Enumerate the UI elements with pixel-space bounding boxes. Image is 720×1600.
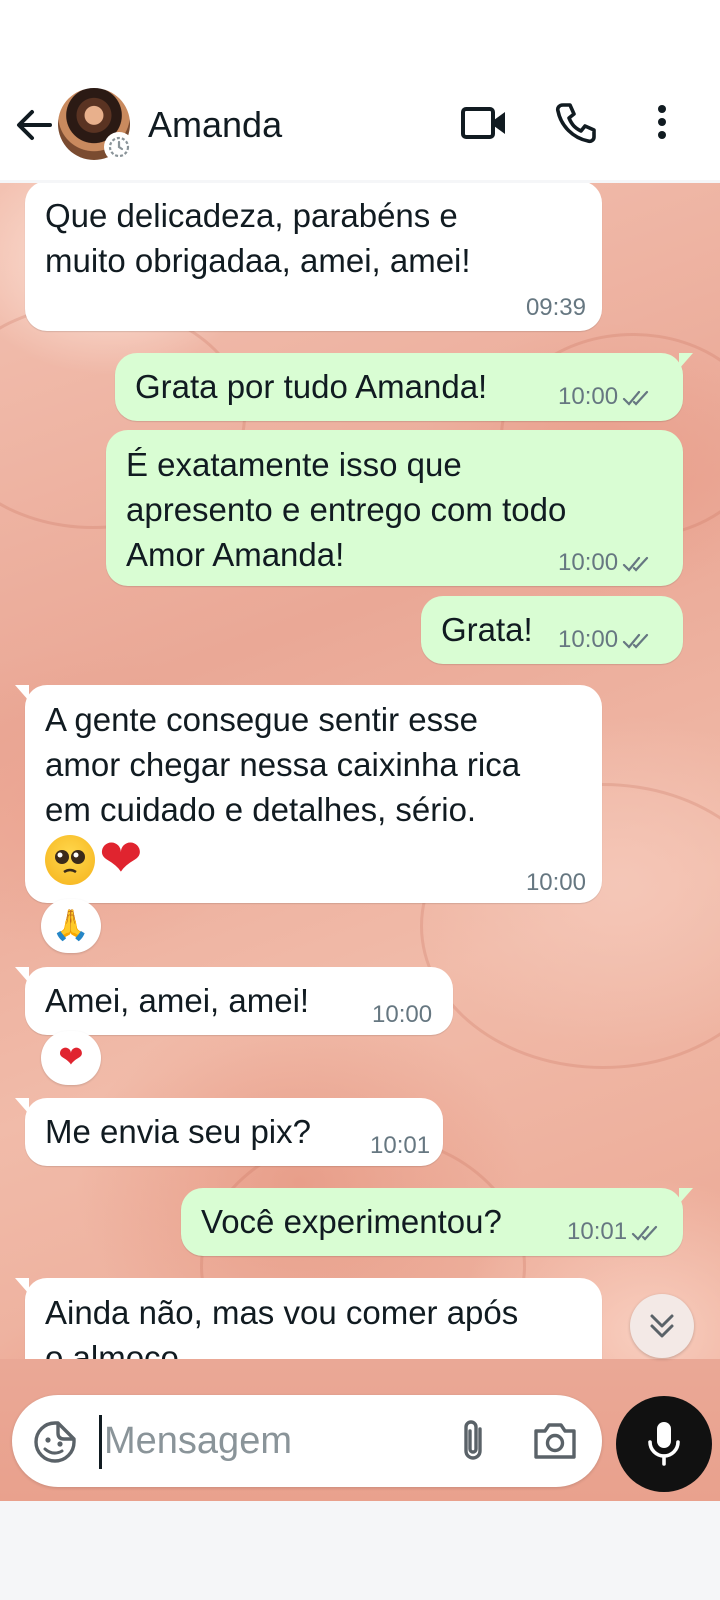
microphone-icon	[648, 1422, 680, 1466]
message-meta: 10:00	[558, 383, 652, 411]
message-time: 10:00	[372, 1001, 433, 1028]
heart-reaction: ❤	[58, 1040, 84, 1075]
message-bubble-incoming[interactable]: Que delicadeza, parabéns e muito obrigad…	[25, 183, 602, 331]
phone-icon[interactable]	[553, 100, 599, 146]
message-text: Grata!	[441, 611, 533, 648]
text-cursor	[99, 1415, 102, 1469]
more-vertical-icon[interactable]	[650, 100, 674, 146]
message-meta: 10:00	[558, 549, 652, 577]
microphone-button[interactable]	[616, 1396, 712, 1492]
double-chevron-down-icon	[650, 1314, 674, 1338]
message-time: 10:00	[558, 383, 619, 410]
pleading-face-emoji	[45, 835, 95, 885]
message-bubble-incoming[interactable]: Amei, amei, amei! 10:00	[15, 967, 453, 1035]
scroll-to-bottom-button[interactable]	[630, 1294, 694, 1358]
message-text: Você experimentou?	[201, 1203, 502, 1240]
message-bubble-outgoing[interactable]: Você experimentou? 10:01	[181, 1188, 693, 1256]
bubble-tail	[679, 353, 693, 369]
message-text: Grata por tudo Amanda!	[135, 368, 488, 405]
bubble-tail	[15, 685, 29, 701]
message-bubble-outgoing[interactable]: Grata! 10:00	[421, 596, 683, 664]
message-time: 10:00	[558, 626, 619, 653]
bubble-tail	[679, 1188, 693, 1204]
video-camera-icon[interactable]	[460, 100, 510, 146]
paperclip-icon[interactable]	[452, 1417, 492, 1465]
double-check-icon	[622, 556, 649, 572]
message-bubble-outgoing[interactable]: É exatamente isso que apresento e entreg…	[106, 430, 683, 586]
message-text: Que delicadeza, parabéns e muito obrigad…	[45, 197, 471, 279]
message-composer	[12, 1395, 602, 1487]
message-text: É exatamente isso que apresento e entreg…	[126, 446, 567, 573]
red-heart-emoji: ❤	[99, 829, 143, 889]
message-reaction[interactable]: 🙏	[41, 899, 101, 953]
message-bubble-incoming[interactable]: A gente consegue sentir esse amor chegar…	[15, 685, 602, 903]
bubble-tail	[15, 967, 29, 983]
system-navigation-area	[0, 1501, 720, 1600]
double-check-icon	[622, 390, 649, 406]
message-bubble-incoming[interactable]: Me envia seu pix? 10:01	[15, 1098, 443, 1166]
bubble-tail	[15, 1278, 29, 1294]
message-time: 09:39	[525, 294, 586, 321]
arrow-left-icon[interactable]	[12, 103, 56, 147]
message-time: 10:01	[567, 1218, 628, 1245]
camera-icon[interactable]	[532, 1419, 578, 1463]
message-meta: 10:00	[558, 626, 652, 654]
double-check-icon	[622, 633, 649, 649]
chat-background[interactable]: Que delicadeza, parabéns e muito obrigad…	[0, 183, 720, 1501]
message-time: 10:00	[558, 549, 619, 576]
folded-hands-reaction: 🙏	[52, 908, 90, 943]
chat-header: Amanda	[0, 0, 720, 180]
double-check-icon	[631, 1225, 658, 1241]
message-text: A gente consegue sentir esse amor chegar…	[45, 701, 521, 828]
status-timer-icon	[104, 132, 134, 162]
sticker-icon[interactable]	[32, 1419, 78, 1465]
bubble-tail	[15, 1098, 29, 1114]
contact-name[interactable]: Amanda	[148, 103, 282, 147]
message-text: Amei, amei, amei!	[45, 982, 310, 1019]
message-reaction[interactable]: ❤	[41, 1031, 101, 1085]
message-meta: 10:01	[567, 1218, 661, 1246]
message-time: 10:01	[370, 1132, 431, 1159]
message-text: Me envia seu pix?	[45, 1113, 311, 1150]
message-time: 10:00	[525, 869, 586, 896]
message-bubble-outgoing[interactable]: Grata por tudo Amanda! 10:00	[115, 353, 693, 421]
message-input[interactable]	[104, 1411, 424, 1471]
